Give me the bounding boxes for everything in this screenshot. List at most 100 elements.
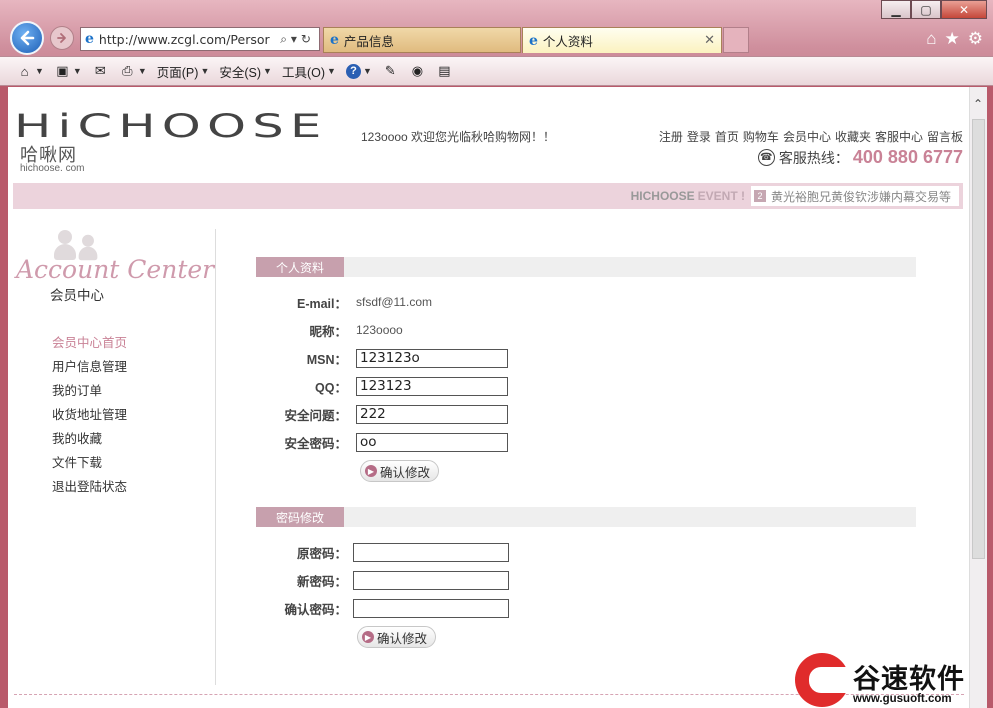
- print-menu[interactable]: ⎙ ▼: [119, 63, 147, 79]
- confirm-password-label: 确认密码：: [284, 602, 347, 617]
- mail-button[interactable]: ✉: [92, 63, 109, 79]
- phone-icon: ☎: [757, 149, 775, 166]
- news-number-badge: 2: [753, 190, 766, 202]
- safety-menu[interactable]: 安全(S) ▼: [219, 62, 272, 81]
- tab-profile[interactable]: e 个人资料 ✕: [522, 27, 722, 53]
- vertical-scrollbar[interactable]: ⌃: [969, 87, 987, 708]
- save-password-button[interactable]: ▶ 确认修改: [357, 626, 437, 648]
- chevron-down-icon: ▼: [263, 66, 272, 76]
- page-menu[interactable]: 页面(P) ▼: [157, 62, 210, 81]
- printer-icon: ⎙: [122, 63, 133, 78]
- messenger-button[interactable]: ◉: [409, 63, 426, 79]
- watermark: 谷速软件 www.gusuoft.com: [795, 653, 993, 708]
- help-menu[interactable]: ? ▼: [345, 63, 372, 79]
- research-button[interactable]: ✎: [382, 63, 399, 79]
- security-answer-label: 安全密码：: [284, 436, 347, 451]
- event-news-item[interactable]: 2 黄光裕胞兄黄俊钦涉嫌内幕交易等: [750, 186, 959, 206]
- sidebar-item-favorites[interactable]: 我的收藏: [52, 431, 127, 455]
- confirm-password-row: 确认密码：: [256, 597, 856, 619]
- security-question-field[interactable]: 222: [356, 404, 508, 424]
- confirm-password-field[interactable]: [353, 598, 509, 618]
- site-logo[interactable]: HiCHOOSE: [14, 107, 328, 145]
- minimize-button[interactable]: ▁: [881, 0, 911, 19]
- chevron-down-icon: ▼: [200, 66, 210, 76]
- msn-field[interactable]: 123123o: [356, 348, 508, 368]
- safety-menu-label: 安全(S): [219, 65, 262, 80]
- security-answer-row: 安全密码： oo: [256, 431, 856, 453]
- plugin-icon: ▤: [438, 63, 451, 78]
- chevron-down-icon: ▼: [72, 66, 82, 76]
- back-arrow-icon[interactable]: [10, 21, 44, 55]
- qq-field[interactable]: 123123: [356, 376, 508, 396]
- link-register[interactable]: 注册: [659, 128, 683, 145]
- link-favorites[interactable]: 收藏夹: [835, 128, 871, 145]
- plugin-button[interactable]: ▤: [436, 63, 453, 79]
- sidebar-item-orders[interactable]: 我的订单: [52, 383, 127, 407]
- command-bar: ⌂ ▼ ▣ ▼ ✉ ⎙ ▼ 页面(P) ▼ 安全(S) ▼ 工具(O) ▼ ? ▼ ✎ ◉ ▤: [0, 56, 993, 86]
- security-question-label: 安全问题：: [284, 408, 347, 423]
- site-logo-en: hichoose. com: [20, 163, 85, 174]
- sidebar-item-addresses[interactable]: 收货地址管理: [52, 407, 127, 431]
- watermark-url: www.gusuoft.com: [853, 693, 952, 705]
- tab-label: 个人资料: [542, 35, 593, 49]
- sidebar-item-logout[interactable]: 退出登陆状态: [52, 479, 127, 503]
- email-value: sfsdf@11.com: [356, 295, 432, 309]
- chevron-down-icon: ▼: [137, 66, 147, 76]
- link-member-center[interactable]: 会员中心: [783, 128, 831, 145]
- tools-menu-label: 工具(O): [281, 65, 326, 80]
- close-button[interactable]: ✕: [941, 0, 987, 19]
- welcome-message: 123oooo 欢迎您光临秋哈购物网！！: [361, 130, 556, 144]
- link-service-center[interactable]: 客服中心: [875, 128, 923, 145]
- new-password-row: 新密码：: [256, 569, 856, 591]
- mail-icon: ✉: [94, 63, 106, 78]
- watermark-title: 谷速软件: [853, 664, 965, 694]
- nickname-value: 123oooo: [356, 323, 403, 337]
- maximize-button[interactable]: ▢: [911, 0, 941, 19]
- close-tab-icon[interactable]: ✕: [704, 32, 715, 48]
- address-url[interactable]: http://www.zcgl.com/Persor: [99, 32, 280, 47]
- search-refresh-icons[interactable]: ⌕▾↻: [280, 32, 319, 47]
- link-login[interactable]: 登录: [687, 128, 711, 145]
- hotline: ☎ 客服热线： 400 880 6777: [757, 147, 963, 168]
- scrollbar-thumb[interactable]: [972, 119, 985, 559]
- home-icon: ⌂: [20, 63, 29, 79]
- tab-product-info[interactable]: e 产品信息: [323, 27, 521, 53]
- tools-menu[interactable]: 工具(O) ▼: [282, 62, 336, 81]
- new-password-field[interactable]: [353, 570, 509, 590]
- feeds-menu[interactable]: ▣ ▼: [54, 63, 82, 79]
- link-cart[interactable]: 购物车: [743, 128, 779, 145]
- scroll-up-icon[interactable]: ⌃: [973, 97, 983, 111]
- chevron-down-icon: ▼: [362, 66, 372, 76]
- sidebar-item-member-home[interactable]: 会员中心首页: [52, 335, 127, 359]
- window-controls: ▁ ▢ ✕: [881, 0, 987, 19]
- home-icon[interactable]: ⌂: [926, 29, 936, 49]
- nickname-row: 昵称： 123oooo: [256, 319, 856, 341]
- new-tab-button[interactable]: [723, 27, 749, 53]
- profile-section-header: 个人资料: [256, 257, 916, 277]
- password-section-title: 密码修改: [256, 507, 344, 527]
- msn-label: MSN：: [306, 352, 347, 367]
- news-text: 黄光裕胞兄黄俊钦涉嫌内幕交易等: [770, 189, 951, 204]
- gear-icon[interactable]: ⚙: [968, 29, 983, 49]
- forward-arrow-icon[interactable]: [50, 26, 74, 50]
- home-menu[interactable]: ⌂ ▼: [16, 64, 44, 79]
- address-bar[interactable]: e http://www.zcgl.com/Persor ⌕▾↻: [80, 27, 320, 51]
- favorites-star-icon[interactable]: ★: [945, 29, 960, 49]
- tab-label: 产品信息: [343, 34, 394, 49]
- profile-section-title: 个人资料: [256, 257, 344, 277]
- ie-logo-icon: e: [330, 32, 339, 48]
- top-nav-links: 注册 登录 首页 购物车 会员中心 收藏夹 客服中心 留言板: [659, 128, 963, 145]
- account-center-title-cn: 会员中心: [50, 288, 104, 303]
- save-profile-button[interactable]: ▶ 确认修改: [360, 460, 440, 482]
- sidebar-item-user-info[interactable]: 用户信息管理: [52, 359, 127, 383]
- link-home[interactable]: 首页: [715, 128, 739, 145]
- email-label: E-mail：: [296, 296, 347, 311]
- save-password-label: 确认修改: [377, 631, 428, 646]
- page-menu-label: 页面(P): [156, 65, 199, 80]
- old-password-field[interactable]: [353, 542, 509, 562]
- link-message-board[interactable]: 留言板: [927, 128, 963, 145]
- nickname-label: 昵称：: [309, 324, 347, 339]
- event-brand: HICHOOSE: [630, 189, 695, 203]
- sidebar-item-downloads[interactable]: 文件下载: [52, 455, 127, 479]
- security-answer-field[interactable]: oo: [356, 432, 508, 452]
